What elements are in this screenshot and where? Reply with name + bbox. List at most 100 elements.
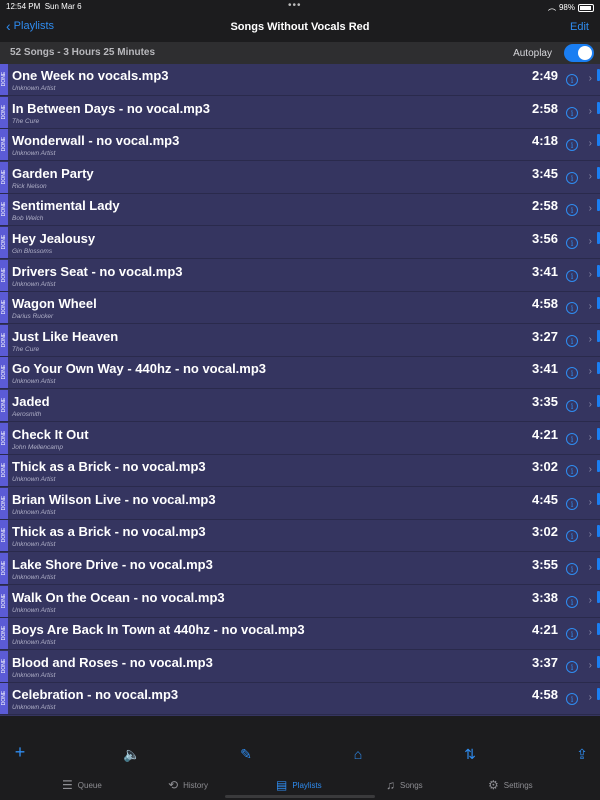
sort-icon[interactable]: ⇅ bbox=[460, 746, 480, 763]
song-list[interactable]: DONE One Week no vocals.mp3 Unknown Artist… bbox=[0, 64, 600, 716]
song-row[interactable]: DONE Thick as a Brick - no vocal.mp3 Unkno… bbox=[0, 520, 600, 553]
info-icon[interactable]: i bbox=[566, 660, 578, 673]
chevron-right-icon[interactable]: › bbox=[589, 269, 592, 280]
chevron-right-icon[interactable]: › bbox=[589, 301, 592, 312]
status-bar: 12:54 PM Sun Mar 6 ••• ︵ 98% bbox=[0, 0, 600, 14]
share-icon[interactable]: ⇪ bbox=[572, 746, 592, 763]
tab-label: Queue bbox=[77, 780, 102, 790]
done-tag: DONE bbox=[0, 683, 8, 715]
song-row[interactable]: DONE Blood and Roses - no vocal.mp3 Unknow… bbox=[0, 650, 600, 683]
edit-button[interactable]: Edit bbox=[570, 21, 589, 33]
done-tag: DONE bbox=[0, 324, 8, 356]
info-icon[interactable]: i bbox=[566, 106, 578, 119]
song-row[interactable]: DONE Wonderwall - no vocal.mp3 Unknown Art… bbox=[0, 129, 600, 162]
info-icon[interactable]: i bbox=[566, 563, 578, 575]
info-icon[interactable]: i bbox=[566, 693, 578, 706]
info-icon[interactable]: i bbox=[566, 530, 578, 543]
battery-percent: 98% bbox=[558, 3, 575, 12]
clock: 12:54 PM bbox=[6, 2, 41, 11]
done-tag: DONE bbox=[0, 650, 8, 682]
song-row[interactable]: DONE Drivers Seat - no vocal.mp3 Unknown A… bbox=[0, 259, 600, 292]
song-title: Check It Out bbox=[12, 426, 89, 442]
song-duration: 4:21 bbox=[531, 622, 558, 638]
song-duration: 3:02 bbox=[531, 524, 558, 540]
wifi-icon: ︵ bbox=[547, 3, 556, 12]
song-row[interactable]: DONE Go Your Own Way - 440hz - no vocal.m… bbox=[0, 357, 600, 390]
song-row[interactable]: DONE Jaded Aerosmith 3:35 i › bbox=[0, 390, 600, 422]
chevron-right-icon[interactable]: › bbox=[589, 106, 592, 117]
song-row[interactable]: DONE Celebration - no vocal.mp3 Unknown Ar… bbox=[0, 683, 600, 716]
tab-playlists[interactable]: ▤ Playlists bbox=[276, 778, 322, 792]
eyedropper-icon[interactable]: ✎ bbox=[236, 746, 256, 763]
song-artist: Unknown Artist bbox=[12, 476, 56, 484]
chevron-right-icon[interactable]: › bbox=[589, 366, 592, 377]
chevron-right-icon[interactable]: › bbox=[589, 529, 592, 540]
song-row[interactable]: DONE Walk On the Ocean - no vocal.mp3 Unkn… bbox=[0, 585, 600, 618]
chevron-right-icon[interactable]: › bbox=[589, 497, 592, 508]
song-title: Walk On the Ocean - no vocal.mp3 bbox=[12, 589, 225, 605]
chevron-right-icon[interactable]: › bbox=[589, 660, 592, 671]
info-icon[interactable]: i bbox=[566, 204, 578, 217]
song-row[interactable]: DONE Garden Party Rick Nelson 3:45 i › bbox=[0, 161, 600, 194]
chevron-right-icon[interactable]: › bbox=[589, 171, 592, 182]
done-tag: DONE bbox=[0, 292, 8, 324]
info-icon[interactable]: i bbox=[566, 334, 578, 347]
song-row[interactable]: DONE Thick as a Brick - no vocal.mp3 Unkno… bbox=[0, 455, 600, 488]
chevron-right-icon[interactable]: › bbox=[589, 73, 592, 84]
song-title: Boys Are Back In Town at 440hz - no voca… bbox=[12, 622, 305, 638]
chevron-right-icon[interactable]: › bbox=[589, 562, 592, 573]
done-tag: DONE bbox=[0, 227, 8, 258]
multitasking-dots-icon[interactable]: ••• bbox=[288, 0, 302, 11]
info-icon[interactable]: i bbox=[566, 465, 578, 478]
song-row[interactable]: DONE Just Like Heaven The Cure 3:27 i › bbox=[0, 324, 600, 357]
song-row[interactable]: DONE Check It Out John Mellencamp 4:21 i › bbox=[0, 422, 600, 455]
info-icon[interactable]: i bbox=[566, 497, 578, 510]
tab-queue[interactable]: ☰ Queue bbox=[62, 778, 102, 792]
chevron-right-icon[interactable]: › bbox=[589, 627, 592, 638]
song-duration: 4:18 bbox=[531, 133, 558, 149]
done-label: DONE bbox=[1, 593, 7, 608]
song-row[interactable]: DONE Wagon Wheel Darius Rucker 4:58 i › bbox=[0, 292, 600, 325]
song-row[interactable]: DONE Lake Shore Drive - no vocal.mp3 Unkno… bbox=[0, 553, 600, 585]
song-artist: Bob Welch bbox=[12, 215, 44, 223]
chevron-right-icon[interactable]: › bbox=[589, 432, 592, 443]
song-row[interactable]: DONE Hey Jealousy Gin Blossoms 3:56 i › bbox=[0, 227, 600, 259]
chevron-right-icon[interactable]: › bbox=[589, 692, 592, 703]
info-icon[interactable]: i bbox=[566, 432, 578, 445]
tab-settings[interactable]: ⚙ Settings bbox=[488, 778, 533, 792]
info-icon[interactable]: i bbox=[566, 171, 578, 184]
tab-history[interactable]: ⟲ History bbox=[168, 778, 208, 792]
chevron-right-icon[interactable]: › bbox=[589, 236, 592, 247]
song-duration: 3:37 bbox=[531, 654, 558, 670]
chevron-right-icon[interactable]: › bbox=[589, 203, 592, 214]
done-label: DONE bbox=[1, 397, 7, 413]
chevron-right-icon[interactable]: › bbox=[589, 399, 592, 410]
info-icon[interactable]: i bbox=[566, 139, 578, 152]
song-row[interactable]: DONE One Week no vocals.mp3 Unknown Artist… bbox=[0, 64, 600, 96]
info-icon[interactable]: i bbox=[566, 237, 578, 249]
song-row[interactable]: DONE Boys Are Back In Town at 440hz - no … bbox=[0, 618, 600, 651]
add-icon[interactable]: + bbox=[10, 742, 30, 763]
song-row[interactable]: DONE Brian Wilson Live - no vocal.mp3 Unkn… bbox=[0, 487, 600, 520]
song-row[interactable]: DONE Sentimental Lady Bob Welch 2:58 i › bbox=[0, 194, 600, 227]
tag-icon[interactable]: ⌂ bbox=[348, 746, 368, 762]
info-icon[interactable]: i bbox=[566, 269, 578, 282]
chevron-right-icon[interactable]: › bbox=[589, 595, 592, 606]
info-icon[interactable]: i bbox=[566, 367, 578, 380]
info-icon[interactable]: i bbox=[566, 400, 578, 412]
playlist-summary-bar: 52 Songs - 3 Hours 25 Minutes Autoplay bbox=[0, 42, 600, 64]
song-duration: 4:58 bbox=[531, 687, 558, 703]
song-duration: 3:27 bbox=[531, 328, 558, 344]
chevron-right-icon[interactable]: › bbox=[589, 464, 592, 475]
speaker-icon[interactable]: 🔈 bbox=[122, 746, 142, 763]
chevron-right-icon[interactable]: › bbox=[589, 334, 592, 345]
info-icon[interactable]: i bbox=[566, 74, 578, 86]
song-duration: 3:55 bbox=[531, 557, 558, 572]
tab-songs[interactable]: ♫ Songs bbox=[386, 778, 423, 792]
info-icon[interactable]: i bbox=[566, 302, 578, 315]
song-row[interactable]: DONE In Between Days - no vocal.mp3 The Cu… bbox=[0, 96, 600, 129]
info-icon[interactable]: i bbox=[566, 595, 578, 608]
chevron-right-icon[interactable]: › bbox=[589, 138, 592, 149]
info-icon[interactable]: i bbox=[566, 628, 578, 641]
autoplay-toggle[interactable] bbox=[564, 44, 594, 62]
